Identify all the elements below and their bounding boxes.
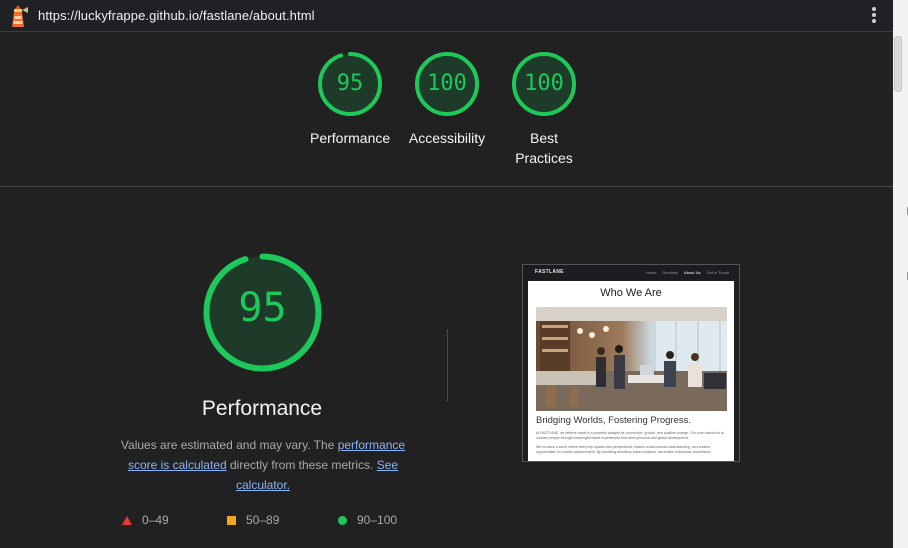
legend-range: 50–89 <box>246 513 280 527</box>
gauge-score: 100 <box>427 71 467 96</box>
performance-title: Performance <box>201 397 323 420</box>
legend-range: 0–49 <box>142 513 169 527</box>
thumbnail-paragraph: At FASTLANE, we believe travel is a powe… <box>536 431 724 440</box>
scrollbar[interactable] <box>893 0 908 548</box>
gauge-best-practices[interactable]: 100 Best Practices <box>504 51 584 168</box>
legend-range: 90–100 <box>357 513 398 527</box>
legend-average: 50–89 <box>227 513 279 527</box>
description-text: directly from these metrics. <box>226 458 377 472</box>
gauge-performance[interactable]: 95 Performance <box>310 51 390 148</box>
performance-description: Values are estimated and may vary. The p… <box>108 435 418 495</box>
gauge-score: 100 <box>524 71 564 96</box>
triangle-icon <box>122 516 132 526</box>
performance-score: 95 <box>238 285 287 331</box>
thumbnail-subheading: Bridging Worlds, Fostering Progress. <box>536 415 692 426</box>
url-bar: https://luckyfrappe.github.io/fastlane/a… <box>0 0 893 32</box>
gauge-ring: 100 <box>511 51 577 117</box>
performance-gauge: 95 <box>202 252 323 373</box>
thumbnail-brand: FASTLANE <box>535 269 564 275</box>
vertical-divider <box>447 329 448 401</box>
thumbnail-paragraph: We envision a world where every trip spa… <box>536 445 711 454</box>
gauge-ring: 95 <box>317 51 383 117</box>
thumbnail-nav-item: Get in Touch <box>706 270 729 275</box>
thumbnail-nav-item: Services <box>662 270 678 275</box>
thumbnail-nav-links: Home Services About Us Get in Touch <box>641 270 729 275</box>
gauge-label: Performance <box>310 130 391 146</box>
thumbnail-office-photo <box>536 307 727 411</box>
thumbnail-heading: Who We Are <box>600 287 662 299</box>
page-url[interactable]: https://luckyfrappe.github.io/fastlane/a… <box>38 8 315 23</box>
gauge-ring: 100 <box>414 51 480 117</box>
legend-pass: 90–100 <box>338 513 397 527</box>
thumbnail-navbar: FASTLANE Home Services About Us Get in T… <box>523 265 739 281</box>
legend-fail: 0–49 <box>122 513 169 527</box>
gauge-score: 95 <box>336 71 364 96</box>
gauge-accessibility[interactable]: 100 Accessibility <box>407 51 487 148</box>
page-screenshot-thumbnail[interactable]: FASTLANE Home Services About Us Get in T… <box>522 264 740 462</box>
thumbnail-nav-item: About Us <box>684 270 701 275</box>
circle-icon <box>338 516 347 526</box>
kebab-menu-icon[interactable] <box>871 7 877 25</box>
thumbnail-page: Who We Are Bridging Worlds, Fostering Pr… <box>528 281 734 461</box>
square-icon <box>227 516 236 526</box>
section-divider <box>0 186 893 187</box>
gauge-label: Accessibility <box>408 130 486 146</box>
scrollbar-thumb[interactable] <box>894 36 902 92</box>
gauge-label: Best Practices <box>515 130 573 166</box>
lighthouse-icon <box>8 4 28 28</box>
thumbnail-nav-item: Home <box>645 270 657 275</box>
description-text: Values are estimated and may vary. The <box>120 438 338 452</box>
